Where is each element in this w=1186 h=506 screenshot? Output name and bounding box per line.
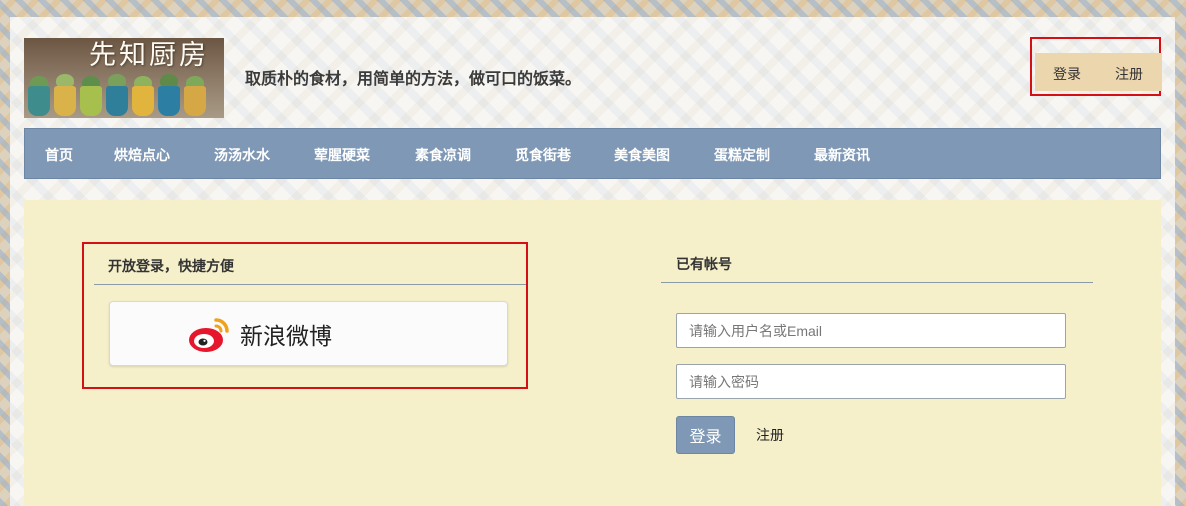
page-container: 先知厨房 取质朴的食材，用简单的方法，做可口的饭菜。 登录 注册 首页 烘焙点心	[10, 17, 1175, 506]
login-content-panel: 开放登录，快捷方便 新浪微博 已有帐号 登录 注册	[24, 200, 1161, 506]
account-login-title: 已有帐号	[676, 257, 732, 273]
nav-item-meat-dishes[interactable]: 荤腥硬菜	[314, 145, 370, 165]
weibo-icon	[189, 318, 229, 352]
nav-item-street-food[interactable]: 觅食街巷	[515, 145, 571, 165]
site-tagline: 取质朴的食材，用简单的方法，做可口的饭菜。	[245, 69, 582, 88]
nav-item-food-photos[interactable]: 美食美图	[614, 145, 670, 165]
nav-item-latest-news[interactable]: 最新资讯	[814, 145, 870, 165]
open-login-section: 开放登录，快捷方便 新浪微博	[82, 242, 528, 389]
top-auth-highlight: 登录 注册	[1030, 37, 1162, 96]
top-register-link[interactable]: 注册	[1115, 64, 1143, 84]
account-login-divider	[661, 282, 1093, 283]
nav-item-home[interactable]: 首页	[45, 145, 73, 165]
nav-item-soups[interactable]: 汤汤水水	[214, 145, 270, 165]
login-button[interactable]: 登录	[676, 416, 735, 454]
open-login-title: 开放登录，快捷方便	[108, 259, 234, 275]
top-auth-bar: 登录 注册	[1035, 53, 1162, 91]
weibo-label: 新浪微博	[240, 324, 332, 350]
weibo-login-button[interactable]: 新浪微博	[109, 301, 508, 366]
username-input[interactable]	[676, 313, 1066, 348]
nav-item-vegetarian[interactable]: 素食凉调	[415, 145, 471, 165]
top-login-link[interactable]: 登录	[1053, 64, 1081, 84]
nav-item-custom-cakes[interactable]: 蛋糕定制	[714, 145, 770, 165]
password-input[interactable]	[676, 364, 1066, 399]
register-link[interactable]: 注册	[756, 425, 784, 445]
nav-item-baking[interactable]: 烘焙点心	[114, 145, 170, 165]
open-login-divider	[94, 284, 526, 285]
site-logo[interactable]: 先知厨房	[24, 38, 224, 118]
logo-text: 先知厨房	[89, 40, 209, 71]
main-navbar: 首页 烘焙点心 汤汤水水 荤腥硬菜 素食凉调 觅食街巷 美食美图 蛋糕定制 最新…	[24, 128, 1161, 179]
